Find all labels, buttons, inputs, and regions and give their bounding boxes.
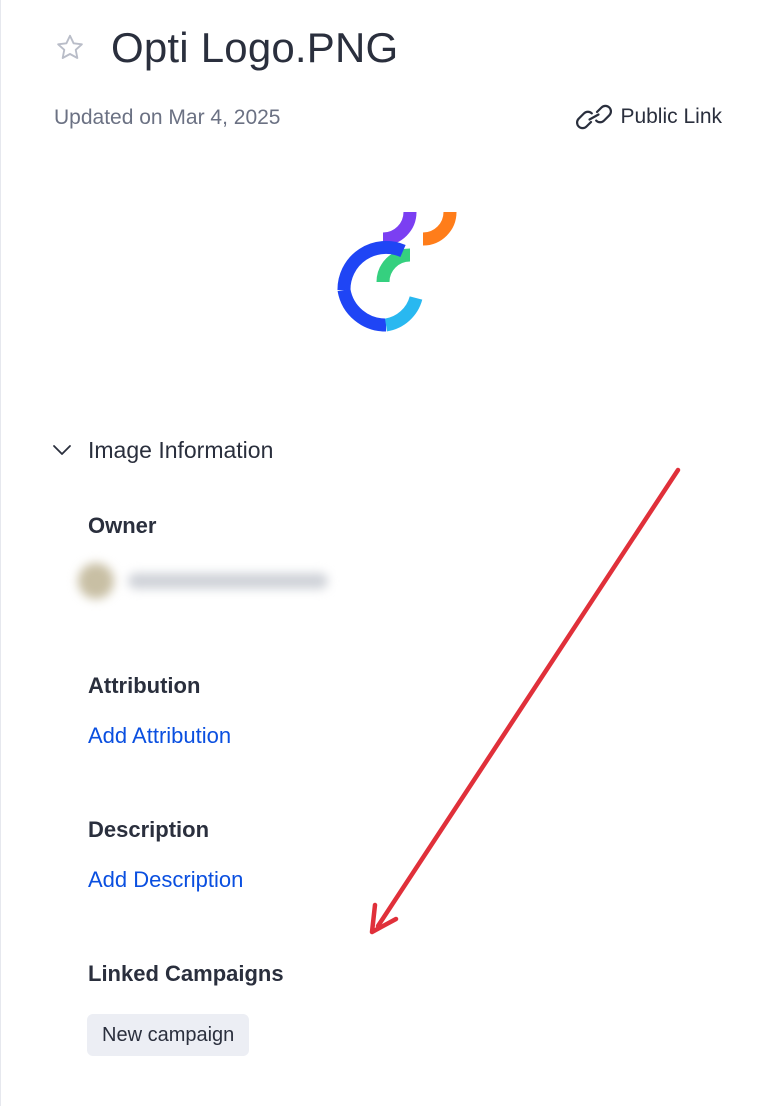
annotation-arrow-shaft [375, 467, 681, 929]
asset-title: Opti Logo.PNG [111, 24, 399, 71]
description-label: Description [88, 817, 210, 842]
star-icon [57, 34, 83, 59]
link-icon [576, 104, 613, 130]
public-link-button[interactable]: Public Link [576, 102, 722, 132]
linked-campaigns-label: Linked Campaigns [88, 961, 284, 986]
public-link-label: Public Link [620, 105, 722, 128]
avatar [78, 563, 114, 599]
image-information-toggle[interactable]: Image Information [50, 434, 273, 466]
owner-name-redacted [128, 573, 328, 589]
chevron-down-icon [53, 445, 71, 455]
optimizely-logo [337, 211, 457, 332]
favorite-star-button[interactable] [52, 30, 88, 66]
attribution-label: Attribution [88, 673, 201, 698]
section-title: Image Information [88, 437, 274, 463]
owner-label: Owner [88, 513, 157, 538]
add-attribution-link[interactable]: Add Attribution [88, 721, 231, 751]
updated-date: Updated on Mar 4, 2025 [54, 106, 281, 129]
panel-left-border [0, 0, 1, 1106]
asset-image-preview[interactable] [330, 208, 462, 338]
campaign-tag[interactable]: New campaign [87, 1014, 250, 1056]
annotation-arrow-head [369, 902, 399, 935]
add-description-link[interactable]: Add Description [88, 865, 243, 895]
owner-value [78, 550, 378, 612]
